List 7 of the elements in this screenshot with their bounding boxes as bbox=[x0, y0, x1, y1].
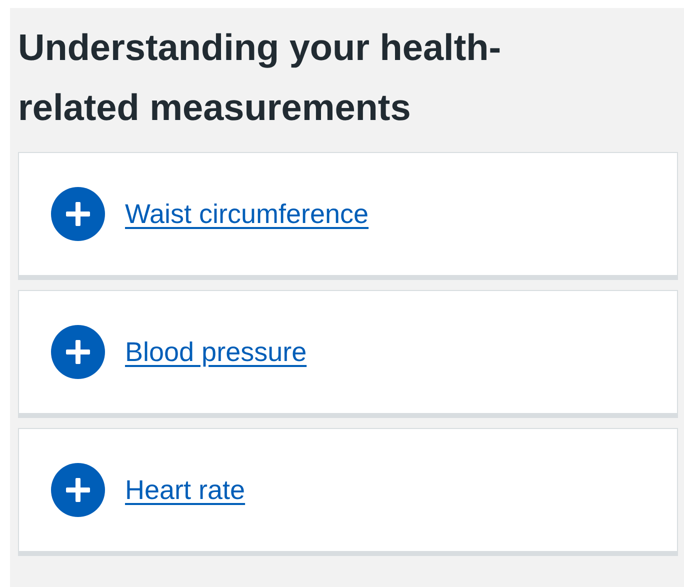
page-heading: Understanding your health-related measurements bbox=[18, 26, 502, 130]
accordion-toggle[interactable]: Heart rate bbox=[51, 463, 246, 517]
plus-icon bbox=[51, 187, 105, 241]
plus-icon bbox=[51, 325, 105, 379]
plus-icon bbox=[51, 463, 105, 517]
accordion-toggle[interactable]: Blood pressure bbox=[51, 325, 307, 379]
accordion-toggle[interactable]: Waist circumference bbox=[51, 187, 369, 241]
